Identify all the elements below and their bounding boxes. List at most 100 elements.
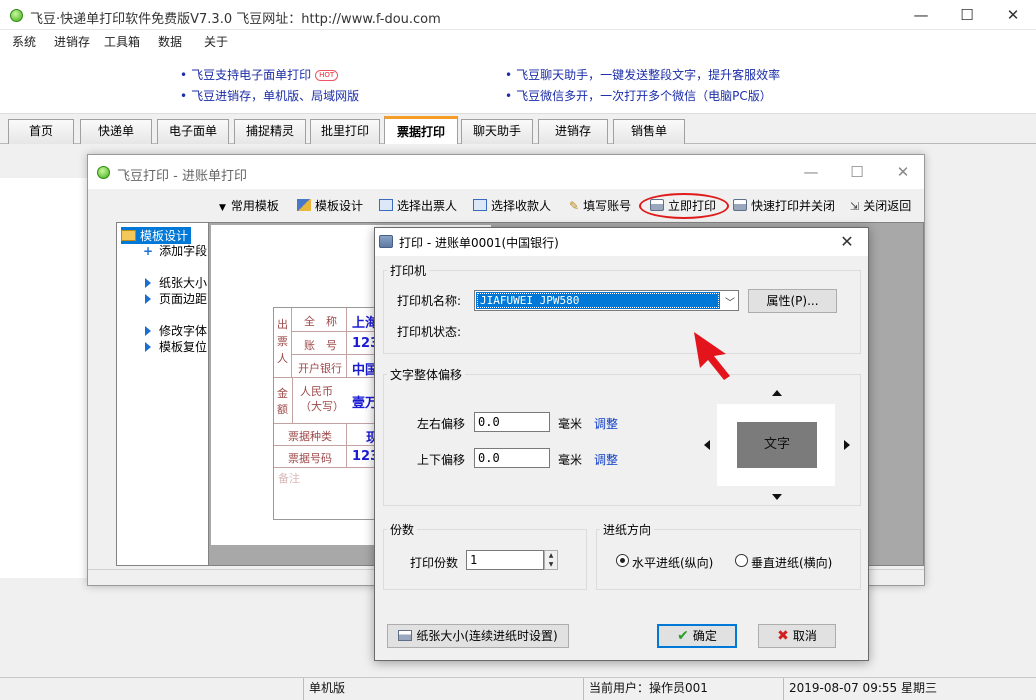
promo-link-inventory[interactable]: • 飞豆进销存，单机版、局域网版 <box>180 87 359 104</box>
fill-account-button[interactable]: ✎ 填写账号 <box>569 196 631 216</box>
tab-sales-order[interactable]: 销售单 <box>613 119 685 144</box>
menu-inventory[interactable]: 进销存 <box>54 33 90 50</box>
v-offset-label: 上下偏移 <box>417 453 466 467</box>
printer-name-value: JIAFUWEI JPW580 <box>476 292 720 309</box>
v-offset-unit: 毫米 <box>558 453 583 467</box>
promo-banner: • 飞豆支持电子面单打印 HOT • 飞豆进销存，单机版、局域网版 • 飞豆聊天助手，一… <box>0 52 1036 114</box>
copies-input[interactable] <box>466 550 544 570</box>
hot-badge: HOT <box>315 70 339 81</box>
maximize-button[interactable]: ☐ <box>944 0 990 30</box>
h-offset-unit: 毫米 <box>558 417 583 431</box>
checkmark-icon: ✔ <box>677 628 689 644</box>
h-offset-adjust-link[interactable]: 调整 <box>594 415 618 432</box>
feed-horizontal-label[interactable]: 水平进纸(纵向) <box>632 554 713 571</box>
folder-icon <box>121 230 136 241</box>
print-dialog-close-button[interactable]: ✕ <box>834 229 860 255</box>
offset-preview-text: 文字 <box>737 422 817 468</box>
preview-label-fullname: 全 称 <box>304 315 337 328</box>
main-window-title: 飞豆·快递单打印软件免费版V7.3.0 飞豆网址：http://www.f-do… <box>30 12 441 27</box>
v-offset-adjust-link[interactable]: 调整 <box>594 451 618 468</box>
bullet-triangle-icon <box>145 342 151 352</box>
tree-item-change-font[interactable]: 修改字体 <box>145 322 207 339</box>
h-offset-input[interactable] <box>474 412 550 432</box>
menu-system[interactable]: 系统 <box>12 33 36 50</box>
card-icon <box>379 199 393 211</box>
dropdown-triangle-icon: ▼ <box>219 203 226 213</box>
tab-inventory[interactable]: 进销存 <box>538 119 608 144</box>
promo-link-wechat-multi[interactable]: • 飞豆微信多开，一次打开多个微信（电脑PC版） <box>505 87 772 104</box>
app-logo-icon <box>97 166 110 179</box>
close-return-button[interactable]: ⇲ 关闭返回 <box>850 196 911 216</box>
card-icon <box>473 199 487 211</box>
spin-up-icon[interactable]: ▲ <box>545 551 557 560</box>
tree-item-paper-size[interactable]: 纸张大小 <box>145 274 207 291</box>
main-statusbar: 单机版 当前用户：操作员001 2019-08-07 09:55 星期三 <box>0 677 1036 700</box>
tab-chat-assistant[interactable]: 聊天助手 <box>461 119 533 144</box>
close-button[interactable]: ✕ <box>990 0 1036 30</box>
preview-label-bill-number: 票据号码 <box>288 452 332 465</box>
tree-item-page-margin[interactable]: 页面边距 <box>145 290 207 307</box>
cancel-button[interactable]: ✖ 取消 <box>758 624 836 648</box>
tab-bill-print[interactable]: 票据打印 <box>384 116 458 145</box>
printer-name-select[interactable]: JIAFUWEI JPW580 ﹀ <box>474 290 739 311</box>
bullet-triangle-icon <box>145 278 151 288</box>
invoice-minimize-button[interactable]: — <box>788 155 834 189</box>
copies-spinner[interactable]: ▲ ▼ <box>544 550 558 570</box>
main-tabbar: 首页 快递单 电子面单 捕捉精灵 批里打印 票据打印 聊天助手 进销存 销售单 <box>0 114 1036 145</box>
chevron-down-icon: ﹀ <box>725 298 735 309</box>
offset-down-arrow-icon[interactable] <box>772 494 782 500</box>
offset-right-arrow-icon[interactable] <box>844 440 850 450</box>
printer-status-label: 打印机状态: <box>397 325 462 339</box>
select-payee-button[interactable]: 选择收款人 <box>473 196 551 216</box>
ok-button[interactable]: ✔ 确定 <box>657 624 737 648</box>
invoice-close-button[interactable]: ✕ <box>880 155 926 189</box>
invoice-window-title: 飞豆打印 - 进账单打印 <box>117 169 247 184</box>
tab-express-form[interactable]: 快递单 <box>80 119 152 144</box>
tree-item-reset-template[interactable]: 模板复位 <box>145 338 207 355</box>
feed-vertical-label[interactable]: 垂直进纸(横向) <box>751 554 832 571</box>
bullet-triangle-icon <box>145 326 151 336</box>
feed-horizontal-radio[interactable] <box>616 554 629 567</box>
preview-label-account: 账 号 <box>304 339 337 352</box>
tree-item-add-field[interactable]: + 添加字段 <box>143 242 207 259</box>
invoice-maximize-button[interactable]: ☐ <box>834 155 880 189</box>
common-templates-button[interactable]: ▼ 常用模板 <box>219 196 279 216</box>
offset-left-arrow-icon[interactable] <box>704 440 710 450</box>
template-design-button[interactable]: 模板设计 <box>297 196 363 216</box>
tab-e-waybill[interactable]: 电子面单 <box>157 119 229 144</box>
tab-home[interactable]: 首页 <box>8 119 74 144</box>
status-mode: 单机版 <box>303 678 583 700</box>
menu-about[interactable]: 关于 <box>204 33 228 50</box>
tab-batch-print[interactable]: 批里打印 <box>310 119 380 144</box>
bullet-triangle-icon <box>145 294 151 304</box>
text-offset-group-label: 文字整体偏移 <box>387 366 466 383</box>
main-titlebar: 飞豆·快递单打印软件免费版V7.3.0 飞豆网址：http://www.f-do… <box>0 0 1036 30</box>
printer-icon <box>733 199 747 211</box>
feed-vertical-radio[interactable] <box>735 554 748 567</box>
feed-direction-group-label: 进纸方向 <box>600 521 655 538</box>
promo-link-chat-assistant[interactable]: • 飞豆聊天助手，一键发送整段文字，提升客服效率 <box>505 66 780 83</box>
quick-print-close-button[interactable]: 快速打印并关闭 <box>733 196 835 216</box>
printer-properties-button[interactable]: 属性(P)... <box>748 289 837 313</box>
tab-capture-wizard[interactable]: 捕捉精灵 <box>234 119 306 144</box>
spin-down-icon[interactable]: ▼ <box>545 560 557 569</box>
print-dialog: 打印 - 进账单0001(中国银行) ✕ 打印机 打印机名称: JIAFUWEI… <box>374 227 869 661</box>
paper-size-icon <box>398 630 413 641</box>
promo-link-eform[interactable]: • 飞豆支持电子面单打印 HOT <box>180 66 339 83</box>
paper-size-button[interactable]: 纸张大小(连续进纸时设置) <box>387 624 569 648</box>
preview-label-bank: 开户银行 <box>298 362 342 375</box>
offset-up-arrow-icon[interactable] <box>772 390 782 396</box>
pencil-icon: ✎ <box>569 199 580 213</box>
status-datetime: 2019-08-07 09:55 星期三 <box>783 678 1036 700</box>
minimize-button[interactable]: — <box>898 0 944 30</box>
copies-group-label: 份数 <box>387 521 418 538</box>
app-logo-icon <box>10 9 23 22</box>
invoice-window-titlebar: 飞豆打印 - 进账单打印 — ☐ ✕ <box>88 155 924 189</box>
copies-label: 打印份数 <box>410 556 459 570</box>
menu-toolbox[interactable]: 工具箱 <box>104 33 140 50</box>
menu-data[interactable]: 数据 <box>158 33 182 50</box>
workspace-background-panel <box>0 178 88 578</box>
print-dialog-titlebar: 打印 - 进账单0001(中国银行) ✕ <box>375 228 868 256</box>
select-drawer-button[interactable]: 选择出票人 <box>379 196 457 216</box>
v-offset-input[interactable] <box>474 448 550 468</box>
